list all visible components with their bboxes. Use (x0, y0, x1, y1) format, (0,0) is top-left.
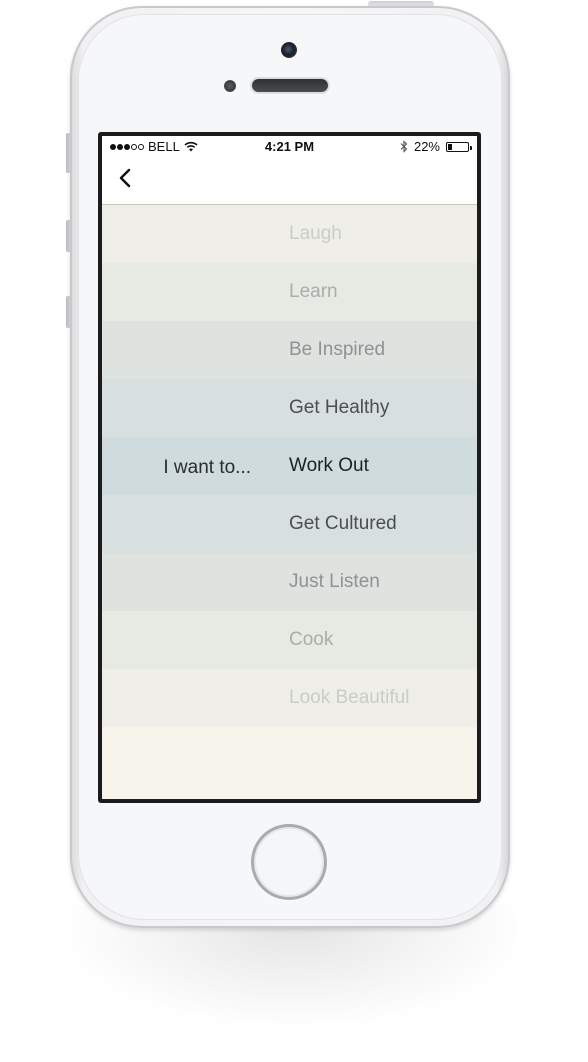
picker-option-label: Cook (289, 629, 334, 650)
picker-option-label: Look Beautiful (289, 687, 410, 708)
picker-option-label: Just Listen (289, 571, 380, 592)
picker-row[interactable]: Laugh (102, 205, 477, 263)
picker-row[interactable]: Look Beautiful (102, 669, 477, 727)
app-screen: BELL 4:21 PM 22% Laugh Learn Be Inspired Ge… (102, 136, 477, 799)
picker-row[interactable]: Learn (102, 263, 477, 321)
front-camera (281, 42, 297, 58)
home-button[interactable] (251, 824, 327, 900)
picker-row[interactable]: Just Listen (102, 553, 477, 611)
bluetooth-icon (400, 140, 408, 153)
picker-row[interactable]: Cook (102, 611, 477, 669)
picker-option-label: Learn (289, 281, 338, 302)
picker-row[interactable]: Get Cultured (102, 495, 477, 553)
picker-row[interactable]: Get Healthy (102, 379, 477, 437)
picker-prompt-label: I want to... (163, 457, 251, 478)
battery-icon (446, 141, 472, 152)
picker-option-label: Be Inspired (289, 339, 386, 360)
status-bar: BELL 4:21 PM 22% (102, 136, 477, 156)
picker-option-label: Get Healthy (289, 397, 390, 418)
navigation-bar (102, 156, 477, 205)
picker-row-selected[interactable]: Work Out (102, 437, 477, 495)
battery-percentage: 22% (413, 139, 440, 154)
activity-picker[interactable]: Laugh Learn Be Inspired Get Healthy Work Out… (102, 205, 477, 727)
picker-row[interactable]: Be Inspired (102, 321, 477, 379)
battery-level (448, 143, 452, 150)
picker-option-label: Work Out (289, 455, 369, 476)
chevron-left-icon[interactable] (114, 166, 138, 190)
picker-option-label: Get Cultured (289, 513, 397, 534)
proximity-sensor (224, 80, 236, 92)
earpiece-speaker (252, 79, 328, 92)
picker-option-label: Laugh (289, 223, 342, 244)
